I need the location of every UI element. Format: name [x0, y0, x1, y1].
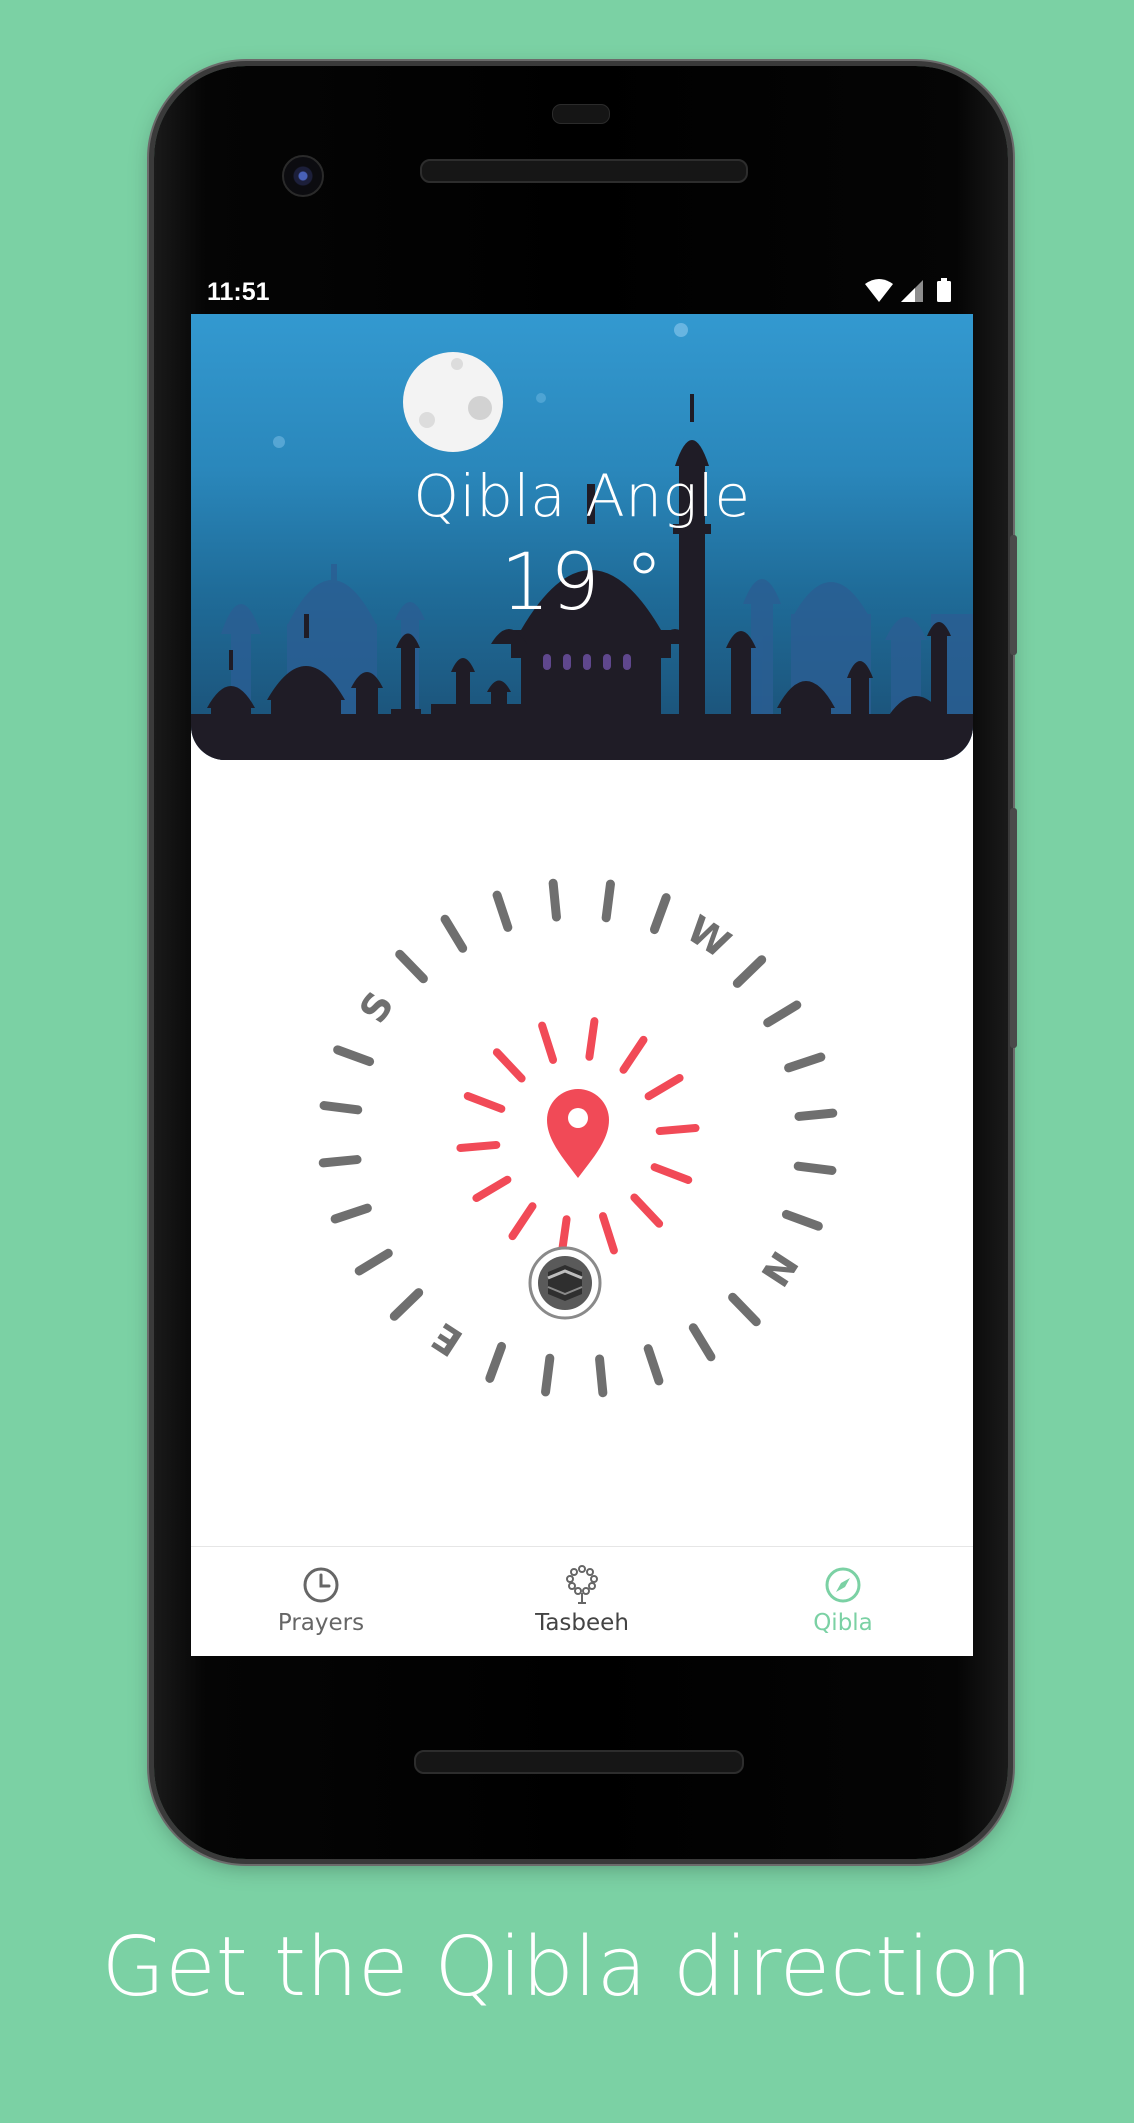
nav-label-tasbeeh: Tasbeeh [535, 1610, 629, 1636]
qibla-burst-tick [650, 1163, 693, 1185]
compass-tick [794, 1108, 838, 1121]
compass-icon [825, 1567, 861, 1603]
prayer-beads-icon [566, 1565, 598, 1604]
status-bar: 11:51 [191, 270, 973, 312]
compass-tick [688, 1323, 716, 1362]
compass-tick [649, 893, 671, 935]
qibla-burst-tick [508, 1202, 537, 1241]
bottom-speaker-grille [414, 1750, 744, 1774]
status-icons [863, 278, 959, 304]
compass-tick [732, 955, 767, 988]
status-time: 11:51 [207, 278, 270, 306]
front-camera-icon [282, 155, 324, 197]
qibla-burst-tick [472, 1175, 512, 1203]
qibla-angle-title: Qibla Angle [413, 462, 751, 530]
power-button [1010, 535, 1017, 655]
moon-icon [403, 352, 503, 452]
wifi-icon [865, 279, 893, 302]
compass-tick [389, 1288, 424, 1321]
nav-qibla[interactable]: Qibla [743, 1547, 943, 1656]
nav-prayers[interactable]: Prayers [221, 1547, 421, 1656]
qibla-burst-tick [585, 1017, 599, 1061]
compass-tick [354, 1248, 393, 1276]
compass-tick [793, 1161, 837, 1175]
qibla-burst-tick [463, 1091, 506, 1113]
promo-tagline: Get the Qibla direction [101, 1920, 1033, 2015]
mosque-skyline-illustration [191, 323, 973, 760]
compass-tick [728, 1292, 761, 1327]
qibla-burst-tick [492, 1048, 526, 1083]
battery-icon [937, 278, 951, 302]
earpiece [552, 104, 610, 124]
clock-icon [303, 1567, 339, 1603]
qibla-burst-tick [538, 1021, 558, 1064]
signal-icon [901, 280, 923, 302]
compass-tick [395, 949, 428, 984]
compass-tick [541, 1353, 555, 1397]
app-screen: Qibla Angle 19 ° N E S W Prayers Tasbeeh Qi… [191, 314, 973, 1656]
compass-tick [784, 1052, 826, 1073]
nav-label-qibla: Qibla [813, 1610, 873, 1636]
compass-tick [492, 890, 513, 932]
qibla-burst-tick [619, 1035, 648, 1074]
qibla-burst-tick [456, 1140, 501, 1152]
compass-tick [643, 1344, 664, 1386]
compass-tick [763, 1000, 802, 1028]
qibla-burst-tick [655, 1124, 700, 1136]
qibla-burst-tick [644, 1073, 684, 1101]
compass-letter-w: W [679, 907, 738, 967]
compass-tick [485, 1341, 507, 1383]
bottom-navigation: Prayers Tasbeeh Qibla [191, 1546, 973, 1656]
nav-tasbeeh[interactable]: Tasbeeh [482, 1547, 682, 1656]
compass-tick [548, 878, 561, 922]
compass-letter-s: S [351, 984, 403, 1031]
kaaba-icon [528, 1246, 602, 1320]
compass-tick [595, 1354, 608, 1398]
compass-letter-n: N [752, 1243, 806, 1294]
compass-tick [781, 1209, 823, 1231]
qibla-burst-tick [598, 1212, 618, 1255]
compass-tick [319, 1101, 363, 1115]
nav-label-prayers: Prayers [277, 1610, 365, 1636]
qibla-compass[interactable]: N E S W [191, 760, 973, 1546]
qibla-header: Qibla Angle 19 ° [191, 314, 973, 760]
compass-tick [440, 914, 468, 953]
compass-tick [330, 1203, 372, 1224]
volume-button [1010, 808, 1017, 1048]
compass-tick [318, 1155, 362, 1168]
compass-tick [601, 879, 615, 923]
top-speaker-grille [420, 159, 748, 183]
qibla-burst-tick [630, 1193, 664, 1228]
location-pin-icon [547, 1089, 609, 1178]
compass-letter-e: E [424, 1314, 470, 1365]
compass-tick [333, 1045, 375, 1067]
qibla-angle-value: 19 ° [500, 538, 664, 628]
